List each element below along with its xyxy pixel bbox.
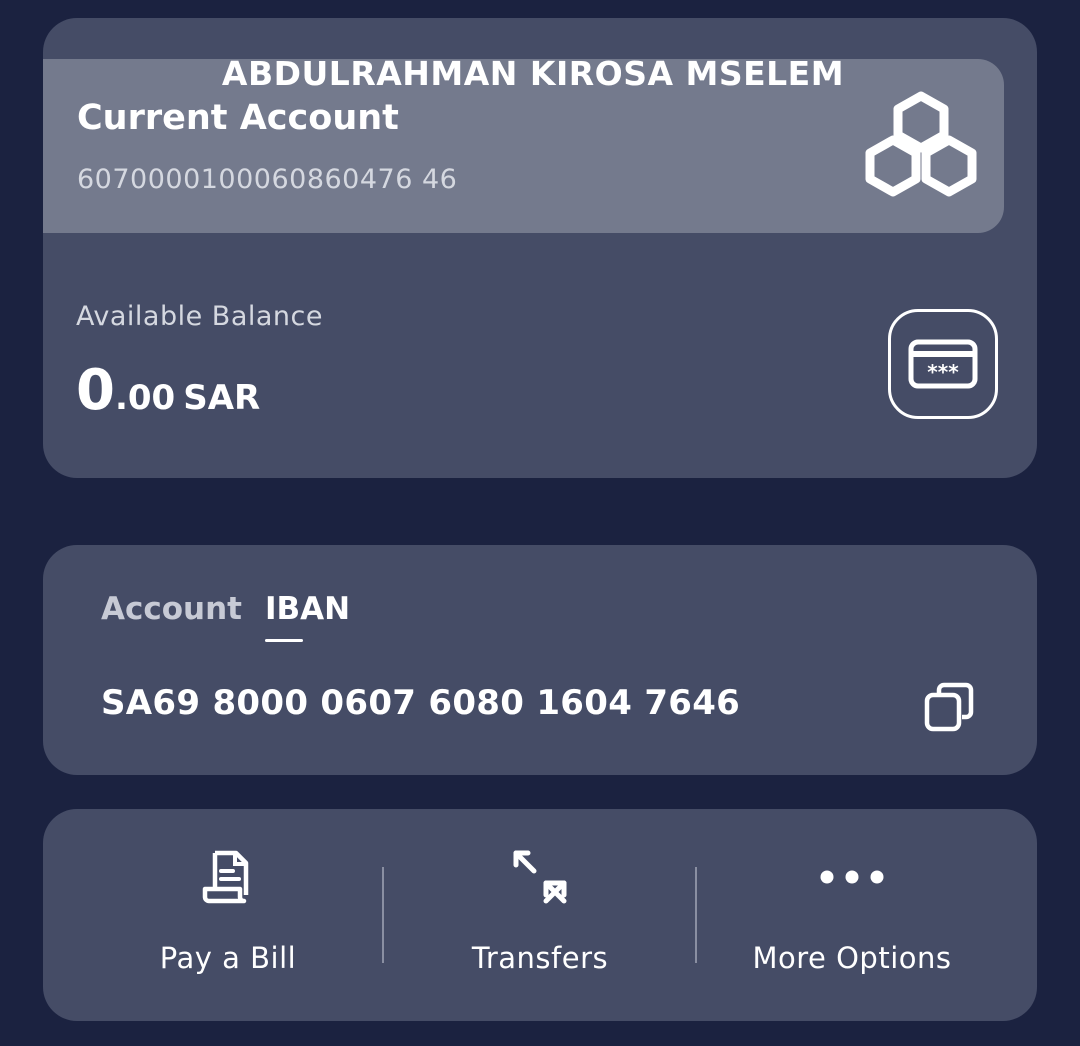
transfers-label: Transfers bbox=[471, 941, 609, 975]
transfer-arrows-icon bbox=[513, 850, 567, 904]
account-number: 6070000100060860476 46 bbox=[77, 164, 458, 195]
show-card-details-button[interactable]: *** bbox=[888, 309, 998, 419]
active-tab-indicator bbox=[265, 639, 303, 642]
copy-icon[interactable] bbox=[923, 681, 975, 733]
svg-text:***: *** bbox=[927, 360, 959, 384]
account-identifier-card: Account IBAN SA69 8000 0607 6080 1604 76… bbox=[43, 545, 1037, 775]
available-balance-value: 0.00 SAR bbox=[76, 358, 260, 423]
bank-hexagon-logo-icon bbox=[865, 91, 977, 197]
balance-currency: SAR bbox=[183, 378, 261, 418]
action-divider bbox=[382, 867, 384, 963]
bill-icon bbox=[202, 850, 249, 904]
balance-decimal: .00 bbox=[114, 378, 176, 418]
masked-card-icon: *** bbox=[908, 339, 978, 389]
balance-integer: 0 bbox=[76, 358, 115, 423]
more-dots-icon bbox=[820, 870, 884, 884]
transfers-button[interactable]: Transfers bbox=[385, 809, 695, 1021]
pay-a-bill-button[interactable]: Pay a Bill bbox=[73, 809, 383, 1021]
account-type: Current Account bbox=[77, 98, 399, 138]
more-options-button[interactable]: More Options bbox=[697, 809, 1007, 1021]
tab-iban[interactable]: IBAN bbox=[265, 591, 350, 627]
more-options-label: More Options bbox=[752, 941, 952, 975]
iban-value: SA69 8000 0607 6080 1604 7646 bbox=[101, 683, 741, 723]
account-card[interactable]: ABDULRAHMAN KIROSA MSELEM Current Accoun… bbox=[43, 18, 1037, 478]
available-balance-label: Available Balance bbox=[76, 301, 323, 332]
account-holder-name: ABDULRAHMAN KIROSA MSELEM bbox=[221, 54, 845, 93]
tab-account[interactable]: Account bbox=[101, 591, 242, 627]
quick-actions-card: Pay a Bill Transfers More Options bbox=[43, 809, 1037, 1021]
pay-a-bill-label: Pay a Bill bbox=[159, 941, 297, 975]
